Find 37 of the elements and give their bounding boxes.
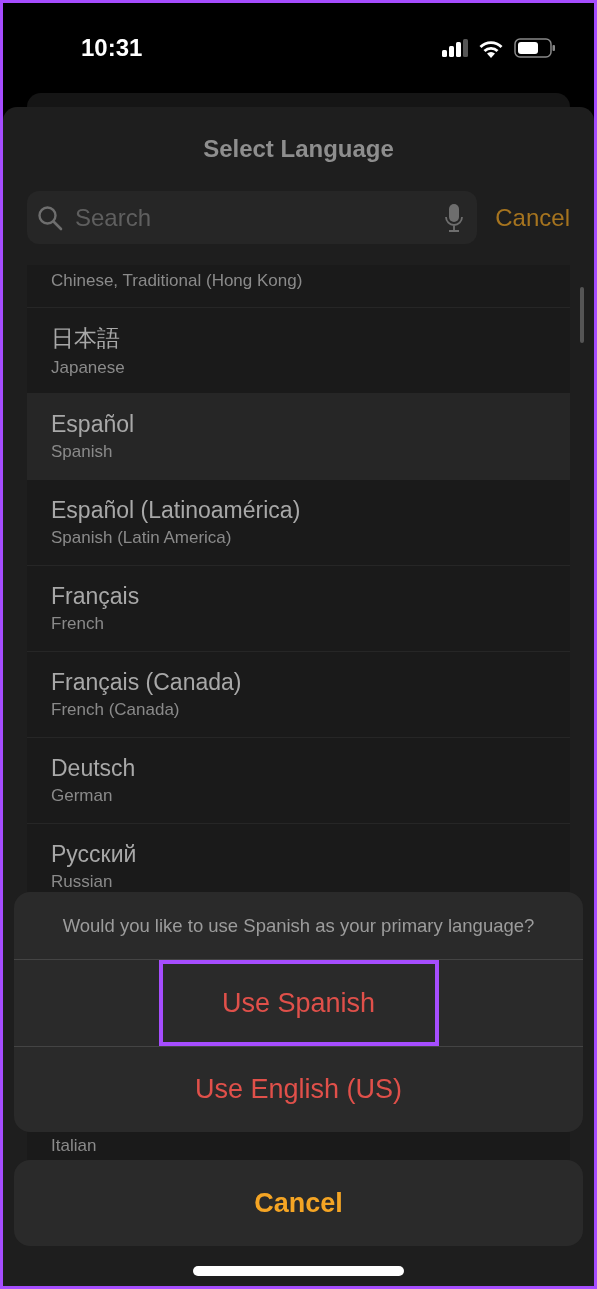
language-name: Français	[51, 583, 141, 610]
language-english-name: Spanish (Latin America)	[51, 528, 233, 548]
language-row[interactable]: Chinese, Traditional (Hong Kong)	[27, 265, 570, 308]
language-row[interactable]: Deutsch German	[27, 738, 570, 824]
language-english-name: Chinese, Traditional (Hong Kong)	[51, 271, 304, 291]
scroll-bar	[580, 287, 584, 343]
language-english-name: Russian	[51, 872, 114, 892]
language-english-name: French	[51, 614, 105, 634]
signal-icon	[442, 39, 468, 57]
language-row[interactable]: Español Spanish	[27, 394, 570, 480]
search-icon	[37, 204, 63, 231]
status-time: 10:31	[81, 34, 143, 62]
action-button[interactable]: Use English (US)	[14, 1046, 583, 1132]
language-row[interactable]: Español (Latinoamérica) Spanish (Latin America)	[27, 480, 570, 566]
wifi-icon	[478, 38, 504, 58]
language-name: Français (Canada)	[51, 669, 243, 696]
language-english-name: French (Canada)	[51, 700, 181, 720]
language-name: Русский	[51, 841, 138, 868]
action-button[interactable]: Use Spanish	[158, 960, 439, 1046]
language-english-name: German	[51, 786, 114, 806]
sheet-title: Select Language	[202, 134, 395, 164]
language-name: 日本語	[51, 324, 121, 353]
language-english-name: Italian	[51, 1135, 98, 1156]
microphone-icon[interactable]	[445, 203, 464, 232]
language-english-name: Japanese	[51, 358, 126, 378]
language-name: Español (Latinoamérica)	[51, 497, 302, 524]
cancel-button[interactable]: Cancel	[14, 1160, 583, 1246]
language-english-name: Spanish	[51, 442, 114, 462]
search-input[interactable]: Search	[73, 202, 436, 233]
language-row[interactable]: Français French	[27, 566, 570, 652]
search-field[interactable]: Search	[27, 191, 478, 244]
cancel-link[interactable]: Cancel	[495, 203, 570, 232]
battery-icon	[514, 38, 556, 58]
language-name: Deutsch	[51, 755, 137, 782]
action-message: Would you like to use Spanish as your primary language?	[14, 892, 583, 960]
language-name: Español	[51, 411, 136, 438]
language-row[interactable]: Français (Canada) French (Canada)	[27, 652, 570, 738]
